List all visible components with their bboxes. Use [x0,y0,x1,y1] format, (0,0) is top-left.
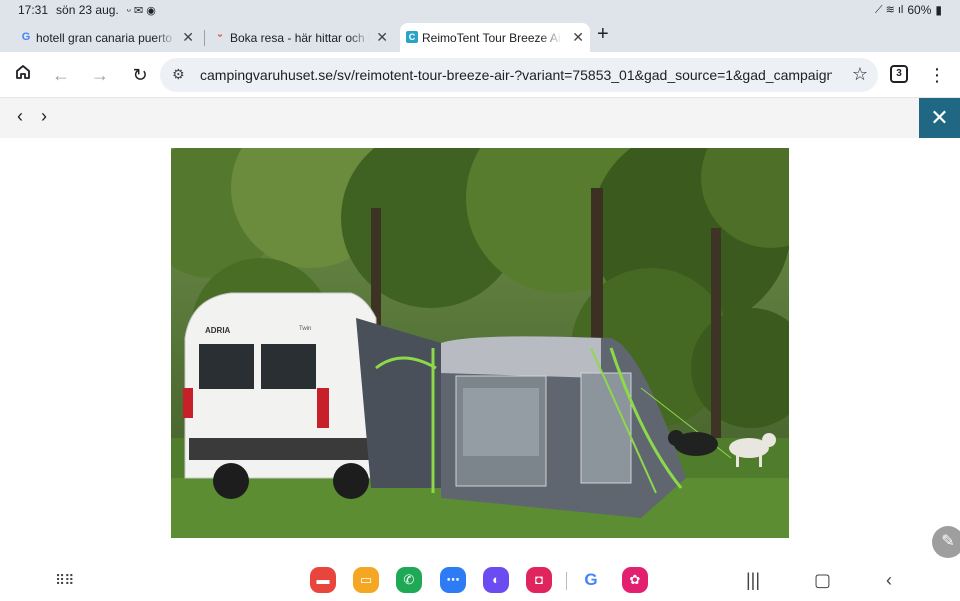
internet-app-icon[interactable]: ◐ [483,567,509,593]
site-settings-icon[interactable]: ⚙ [172,66,185,83]
more-menu-icon[interactable]: ⋮ [924,62,950,88]
battery-icon: ▮ [935,3,942,17]
phone-app-icon[interactable]: ✆ [396,567,422,593]
status-time: 17:31 [18,3,49,17]
new-tab-button[interactable]: + [597,23,609,46]
dock-divider [566,572,567,590]
home-icon[interactable] [10,62,36,88]
taskbar-dock: ⠿⠿ ▬ ▭ ✆ ⋯ ◐ ◘ G ✿ ||| ▢ ‹ [0,560,960,601]
forward-icon[interactable]: → [87,62,113,88]
close-tab-icon[interactable]: ✕ [376,29,388,46]
status-date: sön 23 aug. [56,3,119,17]
back-icon[interactable]: ← [48,62,74,88]
bookmark-star-icon[interactable]: ☆ [852,64,868,85]
van-brand-label: ADRIA [205,326,231,335]
google-favicon-icon: G [21,31,31,43]
tab-title: Boka resa - här hittar och boka [230,30,370,45]
previous-image-icon[interactable]: ‹ [17,106,23,127]
notification-icons: ᵕ ✉ ◉ [126,4,156,17]
reload-icon[interactable]: ↻ [127,62,153,88]
tab-strip: G hotell gran canaria puerto rico ✕ ᵕ Bo… [0,20,960,52]
next-image-icon[interactable]: › [41,106,47,127]
tab-divider [204,30,205,46]
recent-apps-icon[interactable]: ||| [746,570,760,591]
notes-app-icon[interactable]: ▬ [310,567,336,593]
close-tab-icon[interactable]: ✕ [572,29,584,46]
status-bar: 17:31 sön 23 aug. ᵕ ✉ ◉ ⟋ ≋ ıl 60% ▮ [0,0,960,20]
signal-icon: ⟋ ≋ ıl [874,4,904,16]
home-button-icon[interactable]: ▢ [814,570,831,591]
gallery-app-icon[interactable]: ◘ [526,567,552,593]
edit-pencil-button[interactable]: ✎ [932,526,960,558]
close-tab-icon[interactable]: ✕ [182,29,194,46]
tab-title: ReimoTent Tour Breeze Air | Camp [422,30,562,45]
messages-app-icon[interactable]: ⋯ [440,567,466,593]
campingvaruhuset-favicon-icon: C [406,31,418,43]
app-drawer-icon[interactable]: ⠿⠿ [55,572,74,589]
tab-hotel-search[interactable]: G hotell gran canaria puerto rico ✕ [14,23,200,52]
back-nav-icon[interactable]: ‹ [886,570,892,591]
files-app-icon[interactable]: ▭ [353,567,379,593]
tui-favicon-icon: ᵕ [217,31,223,42]
url-text[interactable]: campingvaruhuset.se/sv/reimotent-tour-br… [200,67,832,83]
lightbox-nav-bar: ‹ › [0,98,960,138]
address-bar[interactable]: ⚙ campingvaruhuset.se/sv/reimotent-tour-… [160,58,878,92]
flower-app-icon[interactable]: ✿ [622,567,648,593]
van-model-label: Twin [299,326,311,332]
browser-toolbar: ← → ↻ ⚙ campingvaruhuset.se/sv/reimotent… [0,52,960,98]
tab-boka-resa[interactable]: ᵕ Boka resa - här hittar och boka ✕ [208,23,394,52]
google-app-icon[interactable]: G [578,567,604,593]
tab-switcher-button[interactable]: 3 [890,65,908,83]
tab-reimotent[interactable]: C ReimoTent Tour Breeze Air | Camp ✕ [400,23,590,52]
battery-level: 60% [907,3,932,17]
product-image: ADRIA Twin [171,148,789,538]
close-lightbox-button[interactable]: ✕ [919,98,960,138]
tab-title: hotell gran canaria puerto rico [36,30,176,45]
